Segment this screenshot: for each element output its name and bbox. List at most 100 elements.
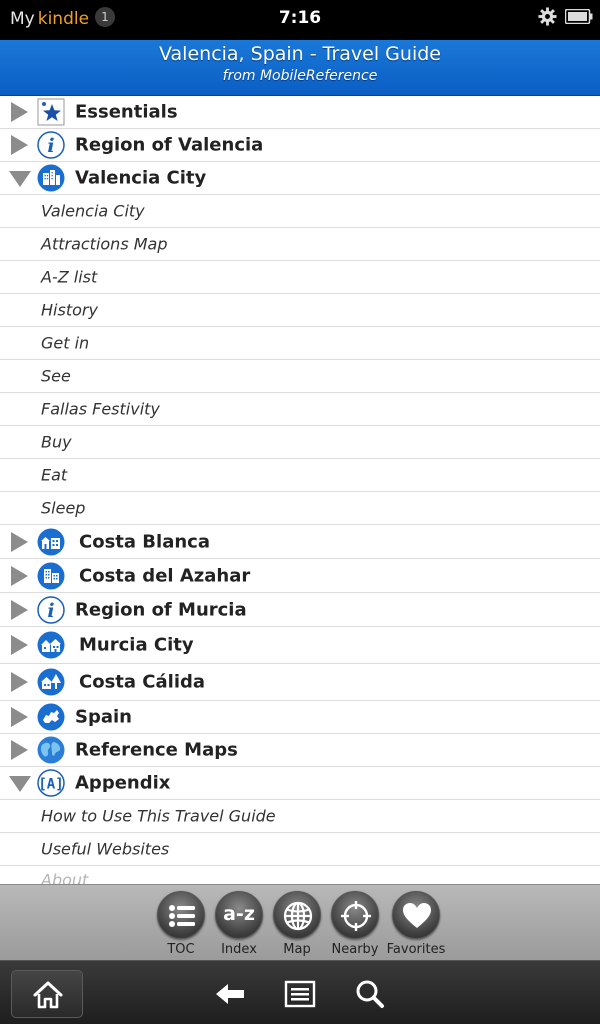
globe-icon	[37, 736, 65, 764]
expand-arrow-icon[interactable]	[8, 599, 30, 621]
title-banner: Valencia, Spain - Travel Guide from Mobi…	[0, 40, 600, 96]
toc-section-label: Costa del Azahar	[79, 565, 251, 586]
page-subtitle: from MobileReference	[222, 68, 378, 84]
appendix-icon: [A]	[37, 769, 65, 797]
toc-item-label: Fallas Festivity	[41, 399, 160, 419]
favorites-button-label: Favorites	[386, 942, 446, 957]
app-window: My kindle 1 7:16 Valencia, Spain - Trave…	[0, 0, 600, 1024]
toc-item[interactable]: Valencia City	[0, 195, 600, 228]
heart-icon	[403, 903, 431, 928]
toc-section-reference-maps[interactable]: Reference Maps	[0, 734, 600, 767]
toc-section-label: Costa Cálida	[79, 671, 206, 693]
toc-item-label: A-Z list	[41, 267, 98, 287]
svg-text:i: i	[47, 135, 54, 157]
toc-item-label: How to Use This Travel Guide	[41, 806, 276, 826]
clock: 7:16	[278, 8, 322, 28]
info-icon: i	[37, 595, 65, 624]
toc-item-label: Attractions Map	[41, 234, 168, 254]
toc-item-label: See	[41, 366, 71, 386]
globe-icon	[283, 901, 313, 931]
toc-item-label: Get in	[41, 333, 90, 353]
toc-item-label: About	[41, 870, 89, 885]
toc-button-circle[interactable]	[157, 891, 205, 939]
nearby-button-circle[interactable]	[331, 891, 379, 939]
az-icon: a-z	[223, 903, 255, 925]
toc-item[interactable]: See	[0, 360, 600, 393]
back-arrow-icon[interactable]	[214, 979, 246, 1009]
system-bar	[0, 960, 600, 1024]
expand-arrow-icon[interactable]	[8, 531, 30, 553]
expand-arrow-icon[interactable]	[8, 134, 30, 156]
toc-item[interactable]: How to Use This Travel Guide	[0, 800, 600, 833]
map-button-circle[interactable]	[273, 891, 321, 939]
expand-arrow-icon[interactable]	[8, 739, 30, 761]
favorites-button-circle[interactable]	[392, 891, 440, 939]
toc-section-essentials[interactable]: Essentials	[0, 96, 600, 129]
toc-section-label: Costa Blanca	[79, 531, 210, 552]
toc-section-appendix[interactable]: [A] Appendix	[0, 767, 600, 800]
favorites-button[interactable]: Favorites	[386, 891, 446, 961]
toc-section-valencia-city[interactable]: Valencia City	[0, 162, 600, 195]
toc-section-costa-del-azahar[interactable]: Costa del Azahar	[0, 559, 600, 593]
toc-item[interactable]: Attractions Map	[0, 228, 600, 261]
eu-map-icon	[37, 703, 65, 731]
menu-icon[interactable]	[284, 979, 316, 1009]
toc-section-region-of-murcia[interactable]: i Region of Murcia	[0, 593, 600, 627]
toc-item-label: Sleep	[41, 498, 86, 518]
toc-section-label: Region of Murcia	[75, 599, 247, 620]
svg-text:[A]: [A]	[38, 777, 63, 793]
bottom-nav: TOC a-z Index Map Nearby Favorites	[0, 884, 600, 960]
city-icon	[37, 164, 65, 192]
toc-section-label: Region of Valencia	[75, 134, 264, 156]
toc-item-label: History	[41, 300, 98, 320]
buildings-icon	[37, 562, 65, 589]
toc-item[interactable]: Get in	[0, 327, 600, 360]
toc-section-murcia-city[interactable]: Murcia City	[0, 627, 600, 664]
expand-arrow-icon[interactable]	[8, 671, 30, 693]
houses-icon	[37, 631, 65, 659]
expand-arrow-icon[interactable]	[8, 706, 30, 728]
toc-item-label: Eat	[41, 465, 68, 485]
index-button-circle[interactable]: a-z	[215, 891, 263, 939]
toc-item-label: Valencia City	[41, 201, 145, 221]
battery-icon	[565, 9, 593, 24]
collapse-arrow-icon[interactable]	[8, 772, 32, 794]
toc-section-label: Appendix	[75, 772, 171, 794]
toc-section-label: Valencia City	[75, 167, 207, 189]
page-title: Valencia, Spain - Travel Guide	[159, 43, 441, 65]
toc-item[interactable]: Sleep	[0, 492, 600, 525]
toc-section-region-of-valencia[interactable]: i Region of Valencia	[0, 129, 600, 162]
toc-section-label: Spain	[75, 706, 132, 728]
gear-icon[interactable]	[538, 7, 557, 26]
toc-section-label: Murcia City	[79, 634, 194, 656]
collapse-arrow-icon[interactable]	[8, 167, 32, 189]
toc-item[interactable]: Eat	[0, 459, 600, 492]
toc-section-label: Reference Maps	[75, 739, 238, 761]
expand-arrow-icon[interactable]	[8, 634, 30, 656]
toc-section-label: Essentials	[75, 101, 178, 123]
home-button[interactable]	[11, 970, 83, 1018]
toc-item[interactable]: Buy	[0, 426, 600, 459]
toc-item-label: Useful Websites	[41, 839, 170, 859]
toc-section-spain[interactable]: Spain	[0, 701, 600, 734]
crosshair-icon	[341, 901, 371, 931]
status-bar: My kindle 1 7:16	[0, 0, 600, 40]
expand-arrow-icon[interactable]	[8, 565, 30, 587]
town-icon	[37, 528, 65, 555]
toc-item[interactable]: Fallas Festivity	[0, 393, 600, 426]
list-icon	[169, 905, 195, 927]
search-icon[interactable]	[354, 979, 386, 1009]
toc-section-costa-calida[interactable]: Costa Cálida	[0, 664, 600, 701]
toc-item[interactable]: Useful Websites	[0, 833, 600, 866]
expand-arrow-icon[interactable]	[8, 101, 30, 123]
star-icon	[37, 98, 65, 126]
toc-item[interactable]: History	[0, 294, 600, 327]
toc-list[interactable]: Essentials i Region of Valencia Valencia…	[0, 96, 600, 884]
toc-item[interactable]: A-Z list	[0, 261, 600, 294]
toc-section-costa-blanca[interactable]: Costa Blanca	[0, 525, 600, 559]
svg-text:i: i	[47, 600, 54, 622]
house-tree-icon	[37, 668, 65, 696]
info-icon: i	[37, 131, 65, 159]
toc-item[interactable]: About	[0, 866, 600, 885]
home-icon	[33, 981, 63, 1009]
